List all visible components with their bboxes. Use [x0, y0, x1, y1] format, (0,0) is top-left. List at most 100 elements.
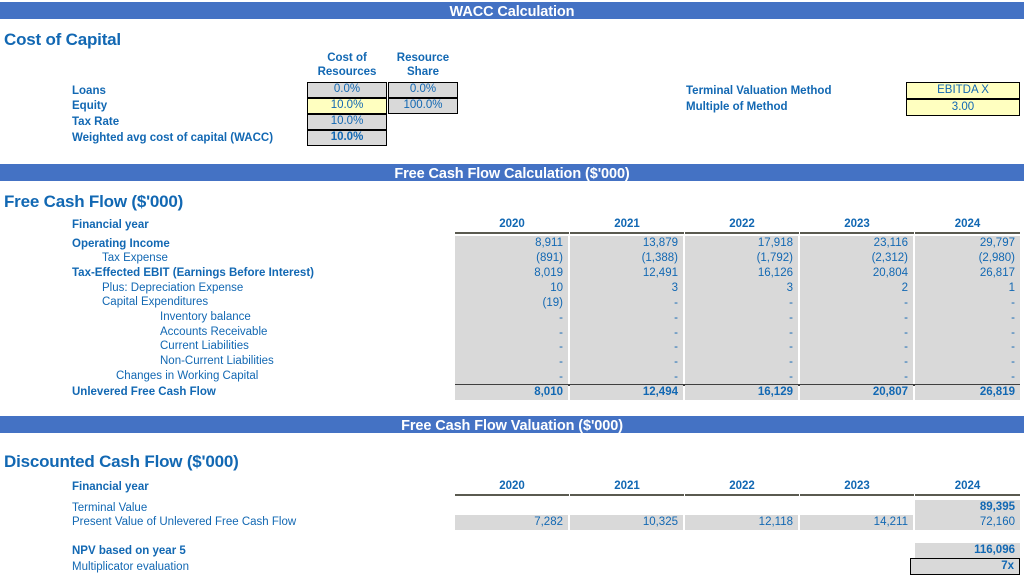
cell-fcf-r2-c3: 20,804 — [800, 266, 913, 281]
cell-fcf-total-c3: 20,807 — [800, 385, 913, 400]
label-multiple-of-method: Multiple of Method — [686, 101, 788, 113]
label-multiplicator-evaluation: Multiplicator evaluation — [72, 561, 189, 573]
cell-fcf-r2-c1: 12,491 — [570, 266, 683, 281]
cell-fcf-r2-c2: 16,126 — [685, 266, 798, 281]
cell-fcf-r6-c2: - — [685, 326, 798, 341]
label-terminal-valuation-method: Terminal Valuation Method — [686, 85, 832, 97]
spreadsheet-page: WACC Calculation Cost of Capital Cost of… — [0, 0, 1024, 577]
label-accounts-receivable: Accounts Receivable — [160, 326, 268, 338]
cell-fcf-r9-c1: - — [570, 370, 683, 385]
cell-wacc-value: 10.0% — [307, 130, 387, 146]
colhdr-cost-of-resources-line2: Resources — [317, 66, 377, 78]
cell-fcf-r3-c3: 2 — [800, 281, 913, 296]
cell-tax-rate[interactable]: 10.0% — [307, 114, 387, 130]
cell-fcf-r7-c0: - — [455, 340, 568, 355]
cell-fcf-r2-c0: 8,019 — [455, 266, 568, 281]
label-changes-in-working-capital: Changes in Working Capital — [116, 370, 259, 382]
banner-free-cash-flow-calculation: Free Cash Flow Calculation ($'000) — [0, 162, 1024, 183]
cell-fcf-r5-c1: - — [570, 311, 683, 326]
yearhdr-dcf-2020: 2020 — [455, 480, 569, 496]
cell-fcf-r6-c1: - — [570, 326, 683, 341]
colhdr-cost-of-resources-line1: Cost of — [327, 52, 367, 64]
cell-dcf-terminal-2024: 89,395 — [915, 500, 1020, 515]
cell-fcf-total-c1: 12,494 — [570, 385, 683, 400]
cell-fcf-r8-c3: - — [800, 355, 913, 370]
cell-fcf-r1-c0: (891) — [455, 251, 568, 266]
cell-equity-cost[interactable]: 10.0% — [307, 98, 387, 114]
cell-dcf-pv-c3: 14,211 — [800, 515, 913, 530]
cell-fcf-r5-c4: - — [915, 311, 1020, 326]
cell-fcf-r6-c4: - — [915, 326, 1020, 341]
label-depreciation-expense: Plus: Depreciation Expense — [102, 282, 244, 294]
cell-fcf-r4-c3: - — [800, 296, 913, 311]
cell-fcf-r1-c4: (2,980) — [915, 251, 1020, 266]
label-financial-year-fcf: Financial year — [72, 219, 149, 231]
cell-fcf-r7-c4: - — [915, 340, 1020, 355]
cell-fcf-r9-c4: - — [915, 370, 1020, 385]
colhdr-resource-share-line1: Resource — [396, 52, 450, 64]
cell-fcf-r8-c1: - — [570, 355, 683, 370]
label-current-liabilities: Current Liabilities — [160, 340, 249, 352]
cell-loans-cost[interactable]: 0.0% — [307, 82, 387, 98]
colhdr-resource-share-line2: Share — [407, 66, 439, 78]
cell-fcf-r3-c1: 3 — [570, 281, 683, 296]
label-operating-income: Operating Income — [72, 238, 170, 250]
cell-fcf-r7-c3: - — [800, 340, 913, 355]
heading-free-cash-flow: Free Cash Flow ($'000) — [4, 192, 184, 211]
cell-fcf-r7-c2: - — [685, 340, 798, 355]
yearhdr-dcf-2021: 2021 — [570, 480, 684, 496]
cell-fcf-total-c2: 16,129 — [685, 385, 798, 400]
yearhdr-fcf-2022: 2022 — [685, 218, 799, 234]
cell-fcf-total-c0: 8,010 — [455, 385, 568, 400]
input-terminal-valuation-method[interactable]: EBITDA X — [906, 82, 1020, 99]
cell-loans-share[interactable]: 0.0% — [388, 82, 458, 98]
yearhdr-dcf-2024: 2024 — [915, 480, 1020, 496]
label-terminal-value: Terminal Value — [72, 502, 148, 514]
banner-free-cash-flow-valuation: Free Cash Flow Valuation ($'000) — [0, 414, 1024, 435]
yearhdr-fcf-2021: 2021 — [570, 218, 684, 234]
cell-fcf-r5-c3: - — [800, 311, 913, 326]
label-non-current-liabilities: Non-Current Liabilities — [160, 355, 274, 367]
label-tax-expense: Tax Expense — [102, 252, 168, 264]
cell-fcf-r0-c4: 29,797 — [915, 236, 1020, 251]
cell-fcf-r7-c1: - — [570, 340, 683, 355]
heading-cost-of-capital: Cost of Capital — [4, 30, 121, 49]
cell-fcf-r8-c0: - — [455, 355, 568, 370]
cell-fcf-r1-c1: (1,388) — [570, 251, 683, 266]
cell-fcf-r5-c0: - — [455, 311, 568, 326]
input-multiple-of-method[interactable]: 3.00 — [906, 99, 1020, 116]
cell-npv-value: 116,096 — [915, 543, 1020, 558]
cell-fcf-r4-c4: - — [915, 296, 1020, 311]
label-inventory-balance: Inventory balance — [160, 311, 251, 323]
cell-fcf-r3-c2: 3 — [685, 281, 798, 296]
label-present-value-unlevered-fcf: Present Value of Unlevered Free Cash Flo… — [72, 516, 297, 528]
label-financial-year-dcf: Financial year — [72, 481, 149, 493]
banner-wacc-calculation: WACC Calculation — [0, 0, 1024, 21]
cell-fcf-r4-c1: - — [570, 296, 683, 311]
cell-fcf-r3-c4: 1 — [915, 281, 1020, 296]
cell-fcf-r1-c2: (1,792) — [685, 251, 798, 266]
cell-fcf-r9-c3: - — [800, 370, 913, 385]
heading-discounted-cash-flow: Discounted Cash Flow ($'000) — [4, 452, 239, 471]
cell-fcf-r8-c2: - — [685, 355, 798, 370]
cell-fcf-r0-c2: 17,918 — [685, 236, 798, 251]
cell-fcf-r0-c1: 13,879 — [570, 236, 683, 251]
label-capital-expenditures: Capital Expenditures — [102, 296, 209, 308]
cell-fcf-r0-c3: 23,116 — [800, 236, 913, 251]
cell-fcf-r1-c3: (2,312) — [800, 251, 913, 266]
cell-fcf-total-c4: 26,819 — [915, 385, 1020, 400]
cell-fcf-r6-c3: - — [800, 326, 913, 341]
cell-fcf-r4-c0: (19) — [455, 296, 568, 311]
cell-fcf-r9-c2: - — [685, 370, 798, 385]
cell-multiplicator-value: 7x — [910, 558, 1020, 575]
yearhdr-fcf-2024: 2024 — [915, 218, 1020, 234]
label-npv-based-on-year-5: NPV based on year 5 — [72, 545, 186, 557]
cell-fcf-r3-c0: 10 — [455, 281, 568, 296]
yearhdr-fcf-2020: 2020 — [455, 218, 569, 234]
label-tax-effected-ebit: Tax-Effected EBIT (Earnings Before Inter… — [72, 267, 314, 279]
label-tax-rate: Tax Rate — [72, 116, 120, 128]
label-equity: Equity — [72, 100, 108, 112]
yearhdr-dcf-2022: 2022 — [685, 480, 799, 496]
cell-fcf-r4-c2: - — [685, 296, 798, 311]
cell-equity-share[interactable]: 100.0% — [388, 98, 458, 114]
